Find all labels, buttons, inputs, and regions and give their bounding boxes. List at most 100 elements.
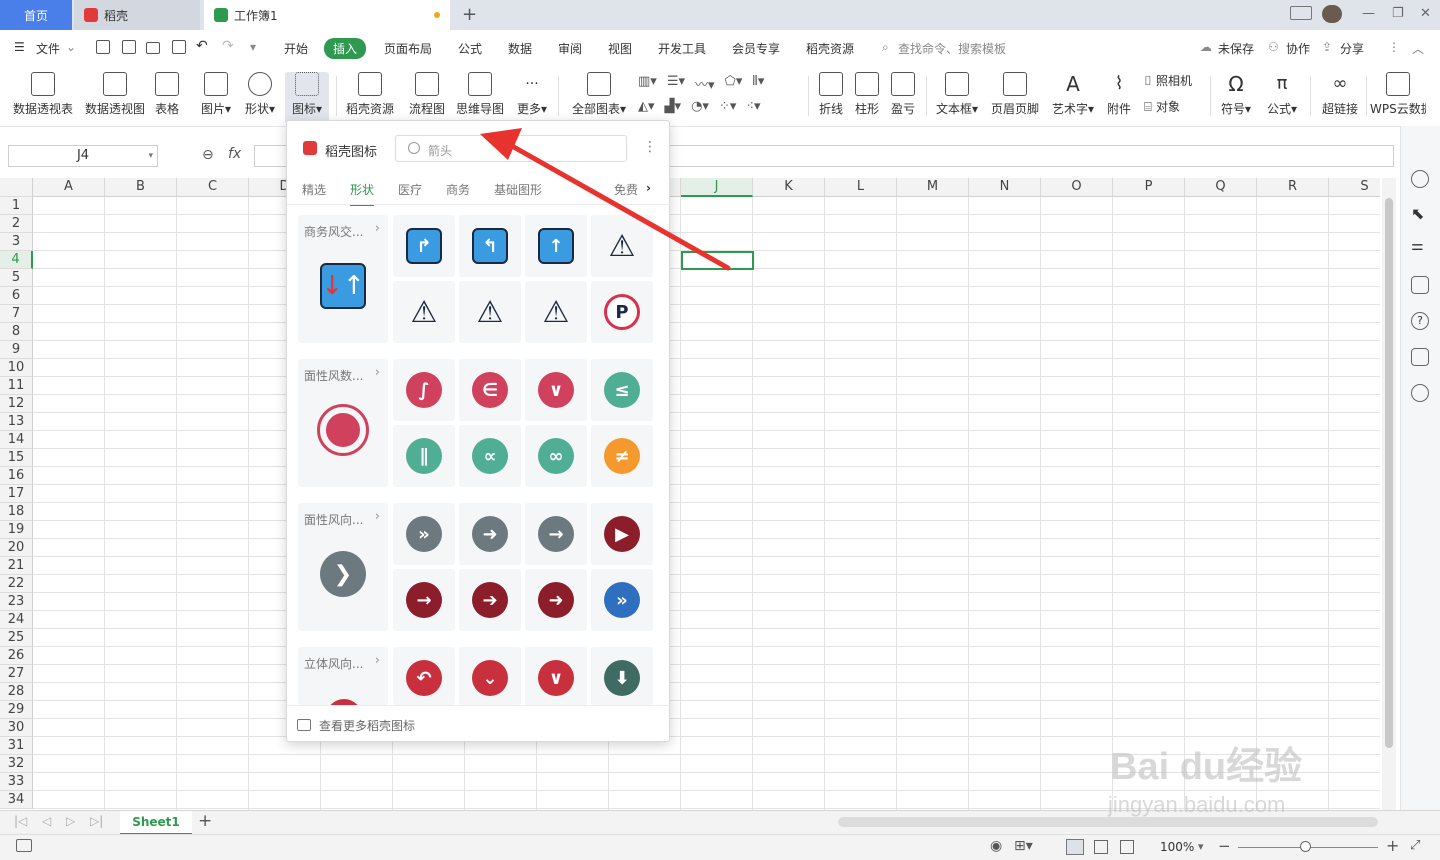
icon-cell[interactable]: ⚠	[591, 215, 653, 277]
spreadsheet-grid[interactable]: ABCDEFGHIJKLMNOPQRS123456789101112131415…	[0, 178, 1380, 810]
icon-cell[interactable]: ≠	[591, 425, 653, 487]
object-button[interactable]: ⌸ 对象	[1144, 98, 1194, 115]
fullscreen-icon[interactable]: ⤢	[1410, 838, 1420, 853]
all-charts-button[interactable]: 全部图表▾	[570, 72, 628, 117]
row-header-25[interactable]: 25	[0, 629, 33, 647]
help-icon[interactable]: ?	[1411, 312, 1429, 330]
panel-list-icon[interactable]	[1411, 276, 1429, 294]
row-header-27[interactable]: 27	[0, 665, 33, 683]
sparkline-line-button[interactable]: 折线	[816, 72, 846, 117]
avatar[interactable]	[1322, 5, 1342, 23]
icon-library-button[interactable]: 图标▾	[285, 72, 329, 124]
line-chart-icon[interactable]: 〰▾	[695, 74, 715, 93]
zoom-in-icon[interactable]: +	[1386, 836, 1399, 855]
row-header-34[interactable]: 34	[0, 791, 33, 809]
row-header-2[interactable]: 2	[0, 215, 33, 233]
icon-cell[interactable]: ⬇	[591, 647, 653, 705]
menu-review[interactable]: 审阅	[558, 40, 582, 57]
icon-cell[interactable]: ∈	[459, 359, 521, 421]
zoom-slider-handle[interactable]	[1300, 841, 1311, 852]
row-header-28[interactable]: 28	[0, 683, 33, 701]
row-header-19[interactable]: 19	[0, 521, 33, 539]
row-header-9[interactable]: 9	[0, 341, 33, 359]
more-button[interactable]: ··· 更多▾	[514, 72, 550, 117]
textbox-button[interactable]: 文本框▾	[934, 72, 980, 117]
row-header-30[interactable]: 30	[0, 719, 33, 737]
hyperlink-button[interactable]: ∞ 超链接	[1318, 72, 1362, 117]
icon-cell[interactable]: »	[591, 569, 653, 631]
icon-cell[interactable]: ↰	[459, 215, 521, 277]
tab-workbook[interactable]: 工作簿1	[204, 0, 450, 30]
icon-cell[interactable]: ▶	[591, 503, 653, 565]
radar-chart-icon[interactable]: ⬠▾	[725, 74, 743, 93]
menu-view[interactable]: 视图	[608, 40, 632, 57]
collapse-ribbon-icon[interactable]: ︿	[1412, 40, 1424, 57]
row-header-15[interactable]: 15	[0, 449, 33, 467]
row-header-33[interactable]: 33	[0, 773, 33, 791]
menu-member[interactable]: 会员专享	[732, 40, 780, 57]
more-icon[interactable]: ⋮	[1388, 40, 1400, 54]
vertical-scrollbar[interactable]	[1382, 178, 1396, 810]
column-header-A[interactable]: A	[33, 178, 105, 197]
row-header-7[interactable]: 7	[0, 305, 33, 323]
collaborate-button[interactable]: 协作	[1286, 40, 1310, 57]
flowchart-button[interactable]: 流程图	[408, 72, 446, 117]
tabs-next-icon[interactable]: ›	[646, 181, 651, 195]
icon-cell[interactable]: ➜	[525, 569, 587, 631]
row-header-29[interactable]: 29	[0, 701, 33, 719]
column-header-C[interactable]: C	[177, 178, 249, 197]
row-header-3[interactable]: 3	[0, 233, 33, 251]
popup-tab-featured[interactable]: 精选	[302, 181, 326, 198]
save-icon[interactable]	[96, 40, 110, 54]
prev-sheet-icon[interactable]: ◁	[42, 814, 51, 828]
mindmap-button[interactable]: 思维导图	[456, 72, 504, 117]
row-header-24[interactable]: 24	[0, 611, 33, 629]
icon-cell[interactable]: ↱	[393, 215, 455, 277]
settings-sliders-icon[interactable]: ⚌	[1411, 238, 1429, 256]
row-header-21[interactable]: 21	[0, 557, 33, 575]
shape-button[interactable]: 形状▾	[242, 72, 278, 117]
column-header-S[interactable]: S	[1329, 178, 1380, 197]
export-icon[interactable]	[122, 40, 136, 54]
zoom-out-icon[interactable]: −	[1218, 837, 1231, 855]
row-header-10[interactable]: 10	[0, 359, 33, 377]
attachment-button[interactable]: ⌇ 附件	[1106, 72, 1132, 117]
icon-search-input[interactable]: 箭头	[395, 135, 627, 162]
print-icon[interactable]	[146, 42, 160, 54]
icon-cell[interactable]: »	[393, 503, 455, 565]
icon-cell[interactable]: P	[591, 281, 653, 343]
sheet-tab-sheet1[interactable]: Sheet1	[120, 811, 192, 835]
column-header-M[interactable]: M	[897, 178, 969, 197]
row-header-5[interactable]: 5	[0, 269, 33, 287]
row-header-1[interactable]: 1	[0, 197, 33, 215]
equation-button[interactable]: π 公式▾	[1264, 72, 1300, 117]
row-header-22[interactable]: 22	[0, 575, 33, 593]
row-header-12[interactable]: 12	[0, 395, 33, 413]
row-header-23[interactable]: 23	[0, 593, 33, 611]
row-header-31[interactable]: 31	[0, 737, 33, 755]
page-break-view-icon[interactable]	[1120, 840, 1134, 854]
icon-cell[interactable]: →	[393, 569, 455, 631]
column-header-J[interactable]: J	[681, 178, 753, 197]
pie-chart-icon[interactable]: ◔▾	[691, 99, 709, 114]
first-sheet-icon[interactable]: |◁	[14, 814, 27, 828]
icon-cell[interactable]: ≤	[591, 359, 653, 421]
icon-cell[interactable]: ∝	[459, 425, 521, 487]
scatter-chart-icon[interactable]: ⁘▾	[719, 99, 736, 114]
undo-icon[interactable]: ↶	[196, 38, 208, 54]
icon-cell[interactable]: ↑	[525, 215, 587, 277]
row-header-32[interactable]: 32	[0, 755, 33, 773]
tab-daoke[interactable]: 稻壳	[74, 0, 200, 30]
row-header-6[interactable]: 6	[0, 287, 33, 305]
popup-tab-free[interactable]: 免费	[614, 181, 638, 198]
menu-file[interactable]: 文件	[36, 40, 60, 57]
table-button[interactable]: 表格	[152, 72, 182, 117]
menu-data[interactable]: 数据	[508, 40, 532, 57]
popup-tab-shapes[interactable]: 形状	[350, 181, 375, 206]
normal-view-icon[interactable]	[1066, 839, 1084, 855]
row-header-11[interactable]: 11	[0, 377, 33, 395]
pivot-chart-button[interactable]: 数据透视图	[84, 72, 146, 117]
restore-icon[interactable]: ❐	[1392, 6, 1404, 21]
unsaved-status[interactable]: 未保存	[1218, 40, 1254, 57]
column-header-B[interactable]: B	[105, 178, 177, 197]
